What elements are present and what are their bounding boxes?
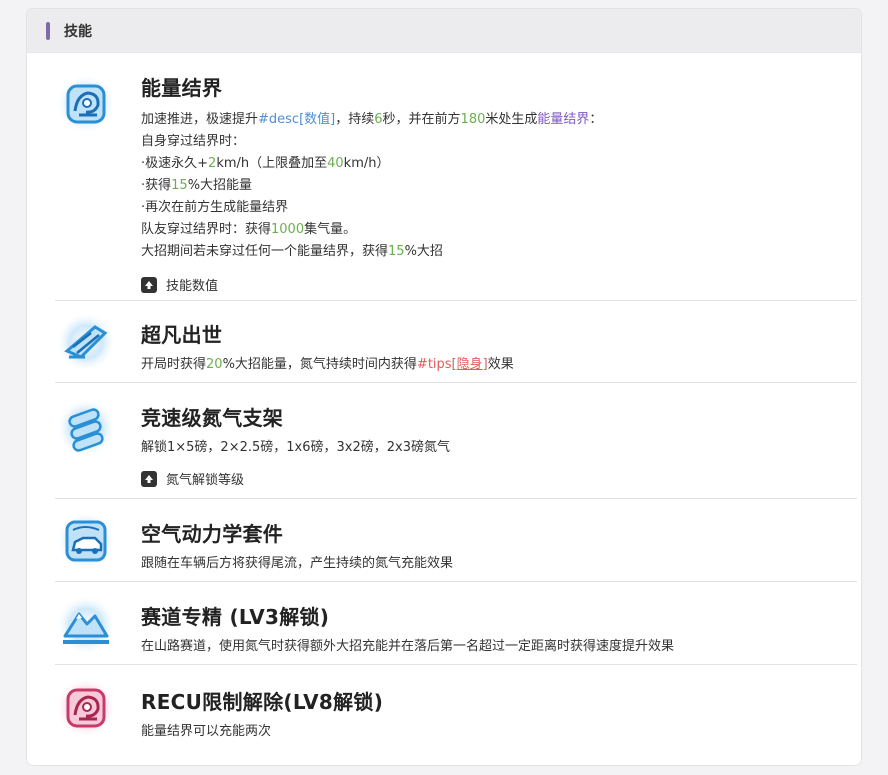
panel-header: 技能	[27, 9, 861, 53]
skill-desc-line: 能量结界可以充能两次	[141, 724, 272, 739]
skill-desc-line: 自身穿过结界时：	[141, 134, 246, 149]
skill-desc-line: 解锁1×5磅，2×2.5磅，1x6磅，3x2磅，2x3磅氮气	[141, 440, 450, 455]
skill-item: 赛道专精 (LV3解锁) 在山路赛道，使用氮气时获得额外大招充能并在落后第一名超…	[27, 582, 861, 665]
skill-name: 赛道专精 (LV3解锁)	[141, 605, 330, 629]
skill-values-label: 技能数值	[166, 279, 219, 294]
skill-name: 能量结界	[141, 76, 223, 100]
skill-item: 能量结界 加速推进，极速提升#desc[数值]，持续6秒，并在前方180米处生成…	[27, 53, 861, 301]
expand-up-icon	[141, 470, 157, 487]
skill-desc-line: ·再次在前方生成能量结界	[141, 200, 289, 215]
skill-desc-line: 跟随在车辆后方将获得尾流，产生持续的氮气充能效果	[141, 556, 454, 571]
header-accent-bar	[46, 21, 50, 40]
skill-desc-line: 开局时获得20%大招能量，氮气持续时间内获得#tips[隐身]效果	[141, 357, 514, 372]
skill-name: 空气动力学套件	[141, 522, 284, 546]
mountain-track-icon	[55, 594, 117, 656]
expand-up-icon	[141, 276, 157, 293]
stealth-link[interactable]: 隐身	[457, 357, 483, 372]
skill-desc-line: 加速推进，极速提升#desc[数值]，持续6秒，并在前方180米处生成能量结界：	[141, 112, 603, 127]
skill-name: 超凡出世	[141, 323, 223, 347]
nitro-rack-icon	[55, 397, 117, 459]
nitro-unlock-toggle[interactable]: 氮气解锁等级	[141, 469, 851, 488]
skill-item: RECU限制解除(LV8解锁) 能量结界可以充能两次	[27, 665, 861, 755]
energy-barrier-icon	[55, 73, 117, 135]
skill-desc-line: ·获得15%大招能量	[141, 178, 253, 193]
recu-unlock-icon	[55, 677, 117, 739]
skill-desc-line: 在山路赛道，使用氮气时获得额外大招充能并在落后第一名超过一定距离时获得速度提升效…	[141, 639, 675, 654]
skill-item: 超凡出世 开局时获得20%大招能量，氮气持续时间内获得#tips[隐身]效果	[27, 301, 861, 383]
skill-desc-line: ·极速永久+2km/h（上限叠加至40km/h）	[141, 156, 390, 171]
skill-name: RECU限制解除(LV8解锁)	[141, 690, 384, 714]
skills-panel: 技能 能量结界 加速推进，极速提升#desc[数值]，持续6秒，并在前方180米…	[26, 8, 862, 766]
skill-desc-line: 大招期间若未穿过任何一个能量结界，获得15%大招	[141, 244, 443, 259]
skill-item: 空气动力学套件 跟随在车辆后方将获得尾流，产生持续的氮气充能效果	[27, 499, 861, 582]
aero-kit-icon	[55, 510, 117, 572]
nitro-unlock-label: 氮气解锁等级	[166, 473, 245, 488]
super-speed-icon	[55, 311, 117, 373]
skill-name: 竞速级氮气支架	[141, 406, 284, 430]
skill-values-toggle[interactable]: 技能数值	[141, 275, 851, 294]
panel-title: 技能	[64, 23, 92, 40]
skill-item: 竞速级氮气支架 解锁1×5磅，2×2.5磅，1x6磅，3x2磅，2x3磅氮气 氮…	[27, 383, 861, 499]
skill-desc-line: 队友穿过结界时：获得1000集气量。	[141, 222, 357, 237]
